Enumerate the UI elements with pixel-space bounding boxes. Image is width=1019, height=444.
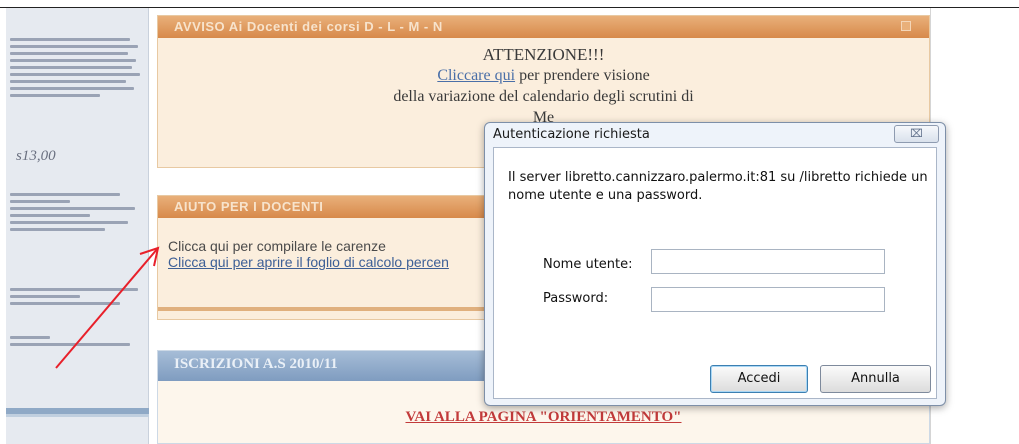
sidebar-text-block-3 bbox=[10, 288, 140, 309]
avviso-line-1: Cliccare qui per prendere visione bbox=[158, 65, 929, 86]
password-label: Password: bbox=[543, 291, 609, 306]
avviso-header-title: AVVISO Ai Docenti dei corsi D - L - M - … bbox=[174, 19, 443, 34]
avviso-title: ATTENZIONE!!! bbox=[482, 45, 605, 64]
username-input[interactable] bbox=[651, 249, 885, 274]
username-label: Nome utente: bbox=[543, 257, 633, 272]
annulla-button[interactable]: Annulla bbox=[820, 365, 931, 393]
auth-dialog: Autenticazione richiesta ⌧ Il server lib… bbox=[484, 122, 946, 406]
password-input[interactable] bbox=[651, 287, 885, 312]
accedi-button[interactable]: Accedi bbox=[710, 365, 808, 393]
sidebar-text-block-4 bbox=[10, 336, 140, 350]
sidebar-text-block-2 bbox=[10, 193, 140, 235]
sidebar-signature: s13,00 bbox=[16, 148, 56, 164]
left-sidebar: s13,00 bbox=[6, 8, 149, 444]
close-icon[interactable]: ⌧ bbox=[894, 125, 939, 143]
avviso-line-1-text: per prendere visione bbox=[515, 67, 650, 84]
iscrizioni-header-title: ISCRIZIONI A.S 2010/11 bbox=[174, 356, 338, 372]
sidebar-band-light bbox=[6, 414, 149, 417]
aiuto-header-title: AIUTO PER I DOCENTI bbox=[174, 199, 324, 214]
top-divider bbox=[0, 7, 1019, 8]
avviso-header: AVVISO Ai Docenti dei corsi D - L - M - … bbox=[158, 16, 929, 38]
sidebar-text-block-1 bbox=[10, 38, 140, 101]
orientamento-link[interactable]: VAI ALLA PAGINA "ORIENTAMENTO" bbox=[158, 409, 929, 426]
dialog-title: Autenticazione richiesta bbox=[493, 127, 650, 142]
avviso-body: ATTENZIONE!!! Cliccare qui per prendere … bbox=[158, 38, 929, 128]
dialog-body: Il server libretto.cannizzaro.palermo.it… bbox=[493, 147, 937, 399]
avviso-line-2: della variazione del calendario degli sc… bbox=[393, 88, 694, 105]
dialog-message: Il server libretto.cannizzaro.palermo.it… bbox=[508, 170, 928, 203]
minimize-icon[interactable] bbox=[901, 21, 911, 31]
avviso-link[interactable]: Cliccare qui bbox=[437, 67, 515, 84]
